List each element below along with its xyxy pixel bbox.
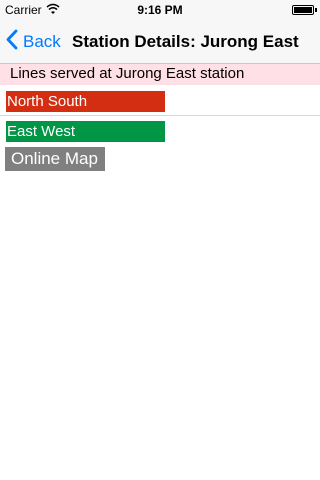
line-row-north-south: North South — [0, 87, 320, 116]
online-map-button[interactable]: Online Map — [5, 147, 105, 171]
navigation-bar: Back Station Details: Jurong East — [0, 20, 320, 64]
chevron-left-icon — [6, 29, 23, 55]
page-title: Station Details: Jurong East — [72, 32, 299, 51]
section-header: Lines served at Jurong East station — [0, 64, 320, 85]
battery-fill — [294, 7, 312, 13]
back-button[interactable]: Back — [6, 29, 61, 55]
status-bar: Carrier 9:16 PM — [0, 0, 320, 20]
battery-icon — [292, 5, 314, 15]
back-label: Back — [23, 32, 61, 51]
status-time: 9:16 PM — [137, 3, 183, 17]
line-row-east-west: East West — [0, 117, 320, 146]
north-south-line-button[interactable]: North South — [6, 91, 165, 112]
screen: Carrier 9:16 PM Back Station Details: Ju… — [0, 0, 320, 480]
east-west-line-button[interactable]: East West — [6, 121, 165, 142]
battery-tip — [315, 8, 317, 12]
